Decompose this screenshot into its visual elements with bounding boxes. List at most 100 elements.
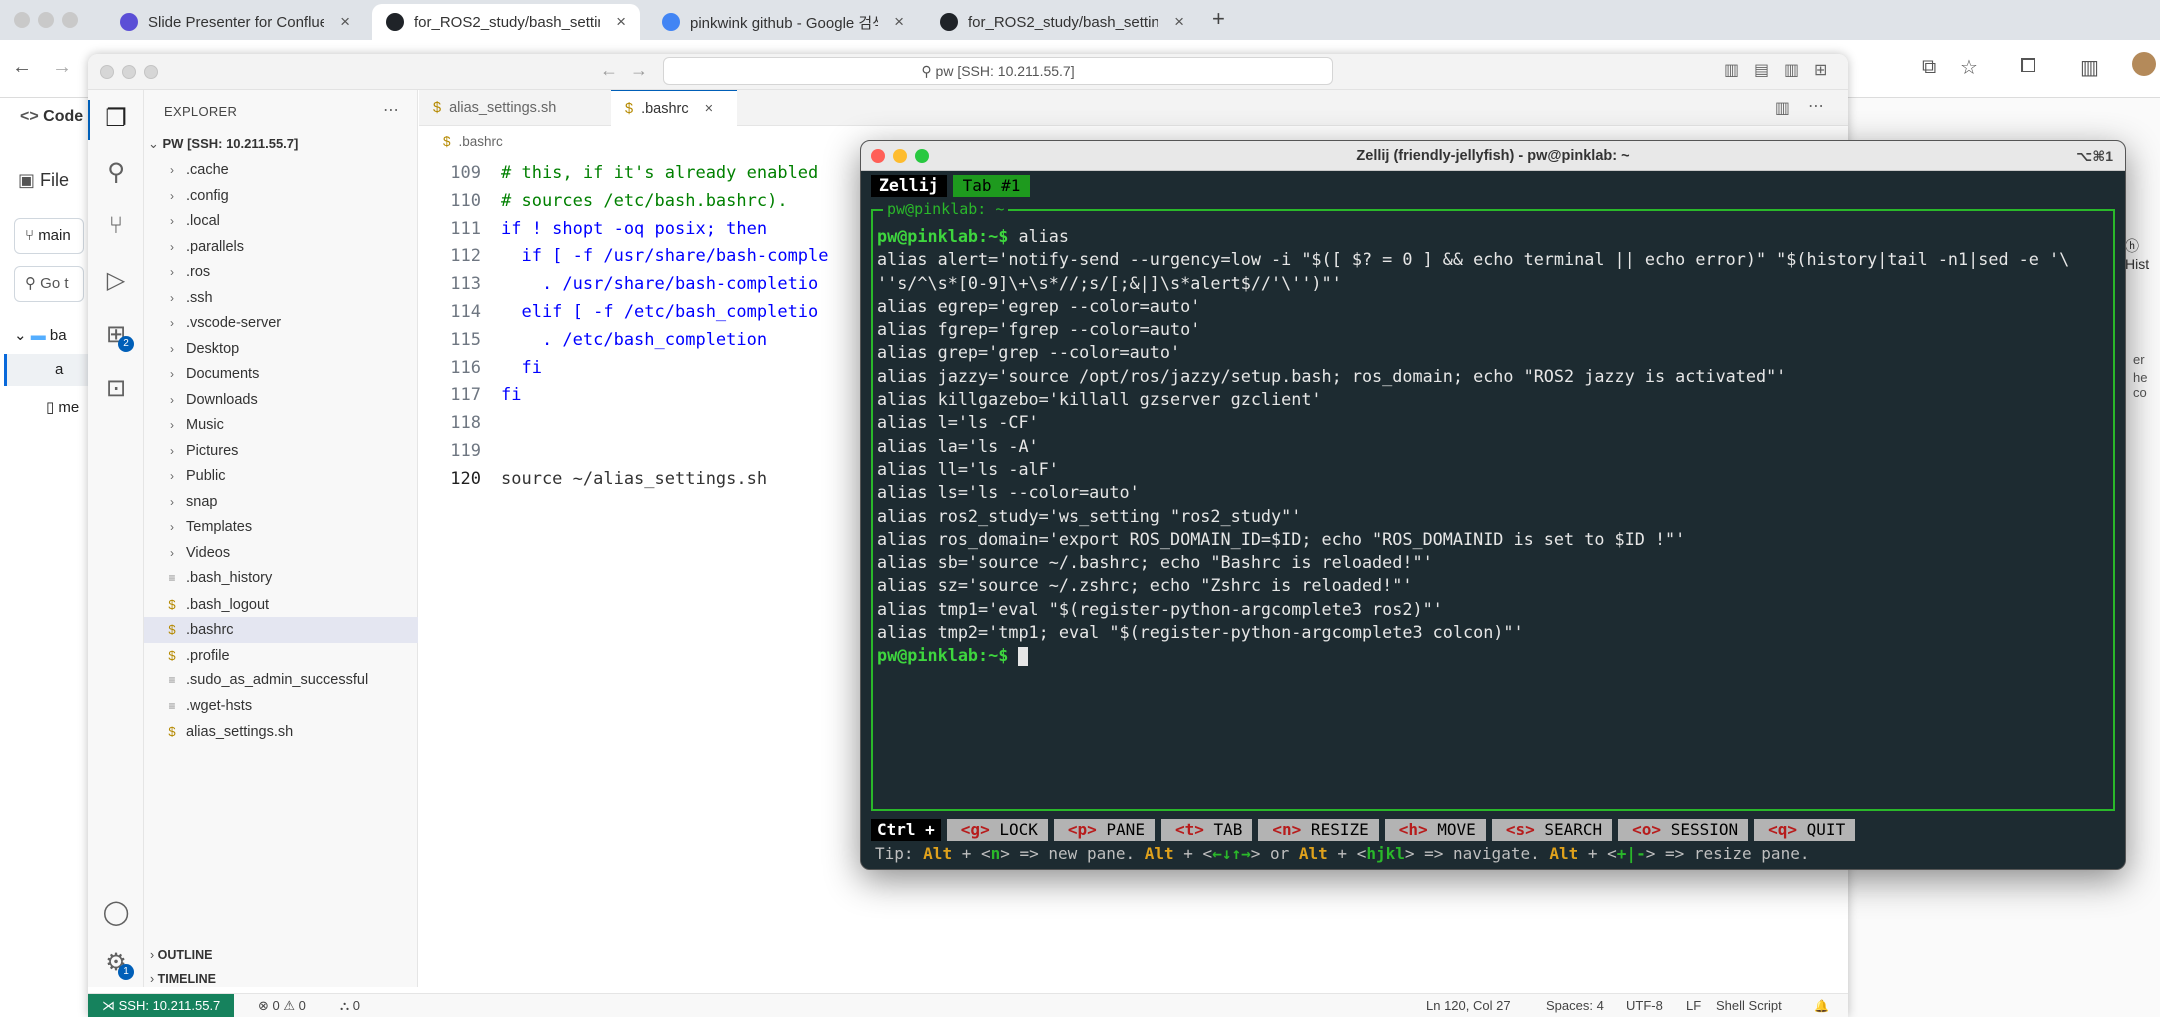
zellij-mode-key[interactable]: <s> SEARCH xyxy=(1491,819,1613,841)
vscode-zoom-dot[interactable] xyxy=(144,65,158,79)
toggle-secondary-sidebar-icon[interactable]: ▥ xyxy=(1784,60,1799,80)
tree-item-file[interactable]: ▯ me xyxy=(46,398,79,416)
explorer-icon[interactable]: ❐ xyxy=(88,100,132,140)
zellij-mode-key[interactable]: <h> MOVE xyxy=(1384,819,1486,841)
search-view-icon[interactable]: ⚲ xyxy=(100,158,132,190)
tree-item[interactable]: › Templates xyxy=(144,515,418,541)
zellij-tab-1[interactable]: Tab #1 xyxy=(952,175,1031,197)
close-tab-icon[interactable]: × xyxy=(705,101,713,117)
tree-item[interactable]: ≡ .bash_history xyxy=(144,566,418,592)
tree-item[interactable]: › snap xyxy=(144,490,418,516)
toggle-panel-icon[interactable]: ▤ xyxy=(1754,60,1769,80)
zellij-mode-key[interactable]: <q> QUIT xyxy=(1754,819,1856,841)
tree-item[interactable]: › Videos xyxy=(144,541,418,567)
extensions-icon[interactable]: ⧠ xyxy=(2020,55,2036,78)
tree-item[interactable]: $ .bashrc xyxy=(144,617,418,643)
browser-tab[interactable]: pinkwink github - Google 검색 × xyxy=(648,4,918,40)
zellij-mode-key[interactable]: <t> TAB xyxy=(1160,819,1253,841)
customize-layout-icon[interactable]: ⊞ xyxy=(1814,60,1827,80)
tree-item-folder[interactable]: ⌄ ▬ ba xyxy=(14,326,67,344)
tree-item[interactable]: ≡ .sudo_as_admin_successful xyxy=(144,668,418,694)
zellij-mode-key[interactable]: <p> PANE xyxy=(1053,819,1155,841)
install-app-icon[interactable]: ⧉ xyxy=(1922,56,1936,79)
goto-file-input[interactable]: ⚲ Go t xyxy=(14,266,84,302)
problems-status[interactable]: ⊗ 0 ⚠ 0 xyxy=(258,994,306,1017)
profile-avatar[interactable] xyxy=(2132,52,2156,76)
tree-item[interactable]: › .ssh xyxy=(144,286,418,312)
close-tab-icon[interactable]: × xyxy=(1174,12,1184,32)
explorer-more-icon[interactable]: ⋯ xyxy=(383,100,399,120)
tree-item[interactable]: › Public xyxy=(144,464,418,490)
vscode-close-dot[interactable] xyxy=(100,65,114,79)
language-mode-status[interactable]: Shell Script xyxy=(1716,994,1782,1017)
sidepanel-icon[interactable]: ▥ xyxy=(2080,55,2099,80)
code-tab[interactable]: <> Code xyxy=(20,108,83,126)
close-tab-icon[interactable]: × xyxy=(894,12,904,32)
editor-more-icon[interactable]: ⋯ xyxy=(1808,96,1824,116)
timeline-section[interactable]: › TIMELINE xyxy=(150,972,216,986)
tree-item[interactable]: › .cache xyxy=(144,158,418,184)
tree-item[interactable]: ≡ .wget-hsts xyxy=(144,694,418,720)
toggle-primary-sidebar-icon[interactable]: ▥ xyxy=(1724,60,1739,80)
tree-item[interactable]: › Downloads xyxy=(144,388,418,414)
split-editor-icon[interactable]: ▥ xyxy=(1775,98,1790,118)
browser-tab[interactable]: for_ROS2_study/bash_settings × xyxy=(372,4,640,40)
branch-selector[interactable]: ⑂ main xyxy=(14,218,84,254)
nav-back-icon[interactable]: ← xyxy=(600,60,618,81)
tree-item[interactable]: › Pictures xyxy=(144,439,418,465)
eol-status[interactable]: LF xyxy=(1686,994,1701,1017)
editor-tab-alias-settings[interactable]: $ alias_settings.sh xyxy=(419,90,609,126)
close-tab-icon[interactable]: × xyxy=(616,12,626,32)
tree-item[interactable]: $ .profile xyxy=(144,643,418,669)
tree-item[interactable]: › .parallels xyxy=(144,235,418,261)
tree-item[interactable]: › Music xyxy=(144,413,418,439)
workspace-root[interactable]: ⌄ PW [SSH: 10.211.55.7] xyxy=(148,136,298,152)
tree-item[interactable]: › .local xyxy=(144,209,418,235)
remote-indicator[interactable]: ⋊ SSH: 10.211.55.7 xyxy=(88,994,235,1017)
tree-item[interactable]: › .ros xyxy=(144,260,418,286)
forward-icon[interactable]: → xyxy=(52,56,72,79)
cursor-position-status[interactable]: Ln 120, Col 27 xyxy=(1426,994,1511,1017)
history-button[interactable]: ⓗ Hist xyxy=(2125,236,2160,272)
tree-item-selected[interactable]: a xyxy=(4,354,90,386)
browser-tab[interactable]: for_ROS2_study/bash_settings × xyxy=(926,4,1198,40)
run-debug-icon[interactable]: ▷ xyxy=(100,266,132,298)
terminal-body[interactable]: Zellij Tab #1 pw@pinklab: ~ pw@pinklab:~… xyxy=(861,171,2125,869)
breadcrumb[interactable]: $ .bashrc xyxy=(443,134,503,149)
encoding-status[interactable]: UTF-8 xyxy=(1626,994,1663,1017)
remote-explorer-icon[interactable]: ⊡ xyxy=(100,374,132,406)
zellij-mode-key[interactable]: <n> RESIZE xyxy=(1258,819,1379,841)
manage-gear-icon[interactable]: ⚙ 1 xyxy=(100,948,134,980)
tree-item[interactable]: › Documents xyxy=(144,362,418,388)
outline-section[interactable]: › OUTLINE xyxy=(150,948,213,962)
browser-tab[interactable]: Slide Presenter for Confluence × xyxy=(106,4,364,40)
extensions-view-icon[interactable]: ⊞ 2 xyxy=(100,320,134,352)
tree-item[interactable]: $ alias_settings.sh xyxy=(144,719,418,745)
terminal-minimize-dot[interactable] xyxy=(893,149,907,163)
new-tab-button[interactable]: + xyxy=(1212,6,1225,32)
window-minimize-dot[interactable] xyxy=(38,12,54,28)
back-icon[interactable]: ← xyxy=(12,56,32,79)
ports-status[interactable]: ⛬ 0 xyxy=(340,994,360,1017)
terminal-pane[interactable]: pw@pinklab: ~ pw@pinklab:~$ alias alias … xyxy=(871,200,2115,811)
tree-item[interactable]: › .config xyxy=(144,184,418,210)
window-zoom-dot[interactable] xyxy=(62,12,78,28)
command-center-search[interactable]: ⚲ pw [SSH: 10.211.55.7] xyxy=(663,57,1333,85)
vscode-minimize-dot[interactable] xyxy=(122,65,136,79)
zellij-mode-key[interactable]: <o> SESSION xyxy=(1618,819,1749,841)
source-control-icon[interactable]: ⑂ xyxy=(100,212,132,244)
tree-item[interactable]: $ .bash_logout xyxy=(144,592,418,618)
terminal-zoom-dot[interactable] xyxy=(915,149,929,163)
editor-tab-bashrc[interactable]: $ .bashrc × xyxy=(611,90,737,126)
terminal-close-dot[interactable] xyxy=(871,149,885,163)
notifications-bell-icon[interactable]: 🔔 xyxy=(1814,994,1829,1017)
close-tab-icon[interactable]: × xyxy=(340,12,350,32)
tree-item[interactable]: › .vscode-server xyxy=(144,311,418,337)
accounts-icon[interactable]: ◯ xyxy=(100,898,132,930)
bookmark-star-icon[interactable]: ☆ xyxy=(1960,55,1978,80)
zellij-mode-key[interactable]: <g> LOCK xyxy=(946,819,1048,841)
indentation-status[interactable]: Spaces: 4 xyxy=(1546,994,1604,1017)
window-close-dot[interactable] xyxy=(14,12,30,28)
tree-item[interactable]: › Desktop xyxy=(144,337,418,363)
nav-forward-icon[interactable]: → xyxy=(630,60,648,81)
